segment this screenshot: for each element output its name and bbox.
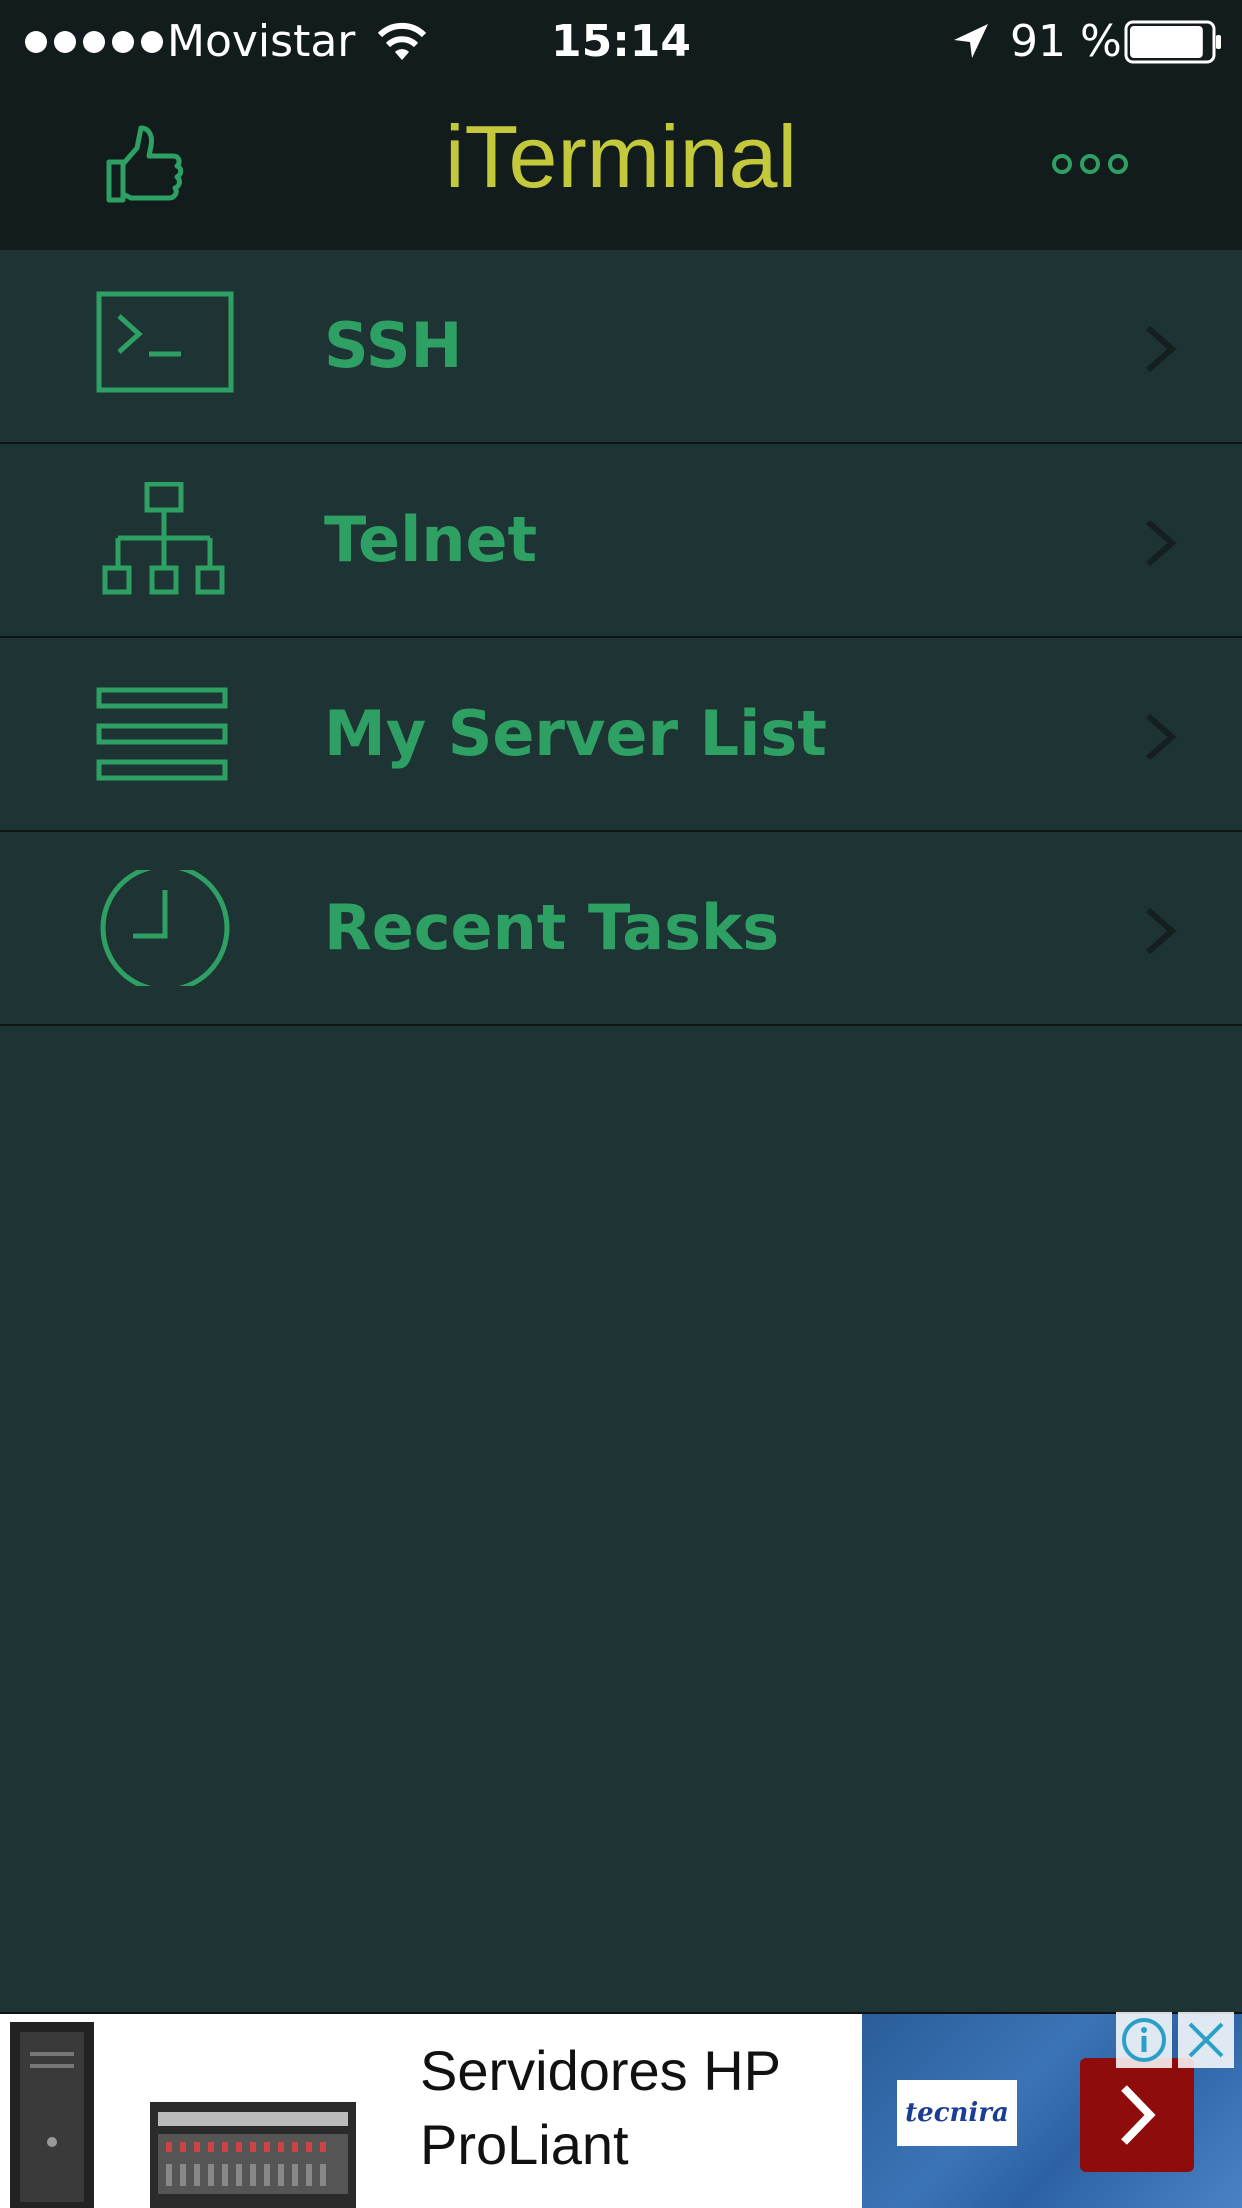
ad-headline-line2: ProLiant [420,2113,629,2176]
terminal-icon [96,291,234,393]
location-arrow-icon [954,24,988,58]
menu-item-label: My Server List [324,697,827,770]
close-icon[interactable] [1178,2012,1234,2068]
chevron-right-icon [1146,325,1177,373]
ad-banner[interactable]: Servidores HP ProLiant tecnira [0,2012,1242,2208]
clock-icon [100,870,230,986]
menu-item-recent-tasks[interactable]: Recent Tasks [0,832,1242,1026]
menu-item-label: Telnet [324,503,538,576]
ad-cta-button[interactable] [1080,2058,1194,2172]
menu-item-label: SSH [324,309,463,382]
chevron-right-icon [1146,713,1177,761]
ad-logo: tecnira [897,2080,1017,2146]
chevron-right-icon [1146,907,1177,955]
server-tower-image [10,2022,94,2208]
chevron-right-icon [1146,519,1177,567]
main-menu: SSH Telnet My Server List Recent Tasks [0,250,1242,1026]
navigation-bar: iTerminal [0,82,1242,250]
info-icon[interactable] [1116,2012,1172,2068]
ad-headline: Servidores HP ProLiant [420,2034,840,2182]
menu-item-ssh[interactable]: SSH [0,250,1242,444]
ad-headline-line1: Servidores HP [420,2039,782,2102]
app-screen: Movistar 15:14 91 % iTerminal SSH Telnet… [0,0,1242,2208]
menu-item-telnet[interactable]: Telnet [0,444,1242,638]
server-rack-image [150,2102,356,2208]
server-list-icon [96,687,228,781]
network-tree-icon [102,482,225,595]
more-dots-icon[interactable] [1050,148,1130,180]
menu-item-label: Recent Tasks [324,891,780,964]
chevron-right-icon [1121,2085,1156,2145]
battery-icon [1124,20,1221,64]
top-bar: Movistar 15:14 91 % iTerminal [0,0,1242,250]
status-bar: Movistar 15:14 91 % [0,0,1242,82]
menu-item-server-list[interactable]: My Server List [0,638,1242,832]
battery-percent: 91 % [1010,16,1122,67]
